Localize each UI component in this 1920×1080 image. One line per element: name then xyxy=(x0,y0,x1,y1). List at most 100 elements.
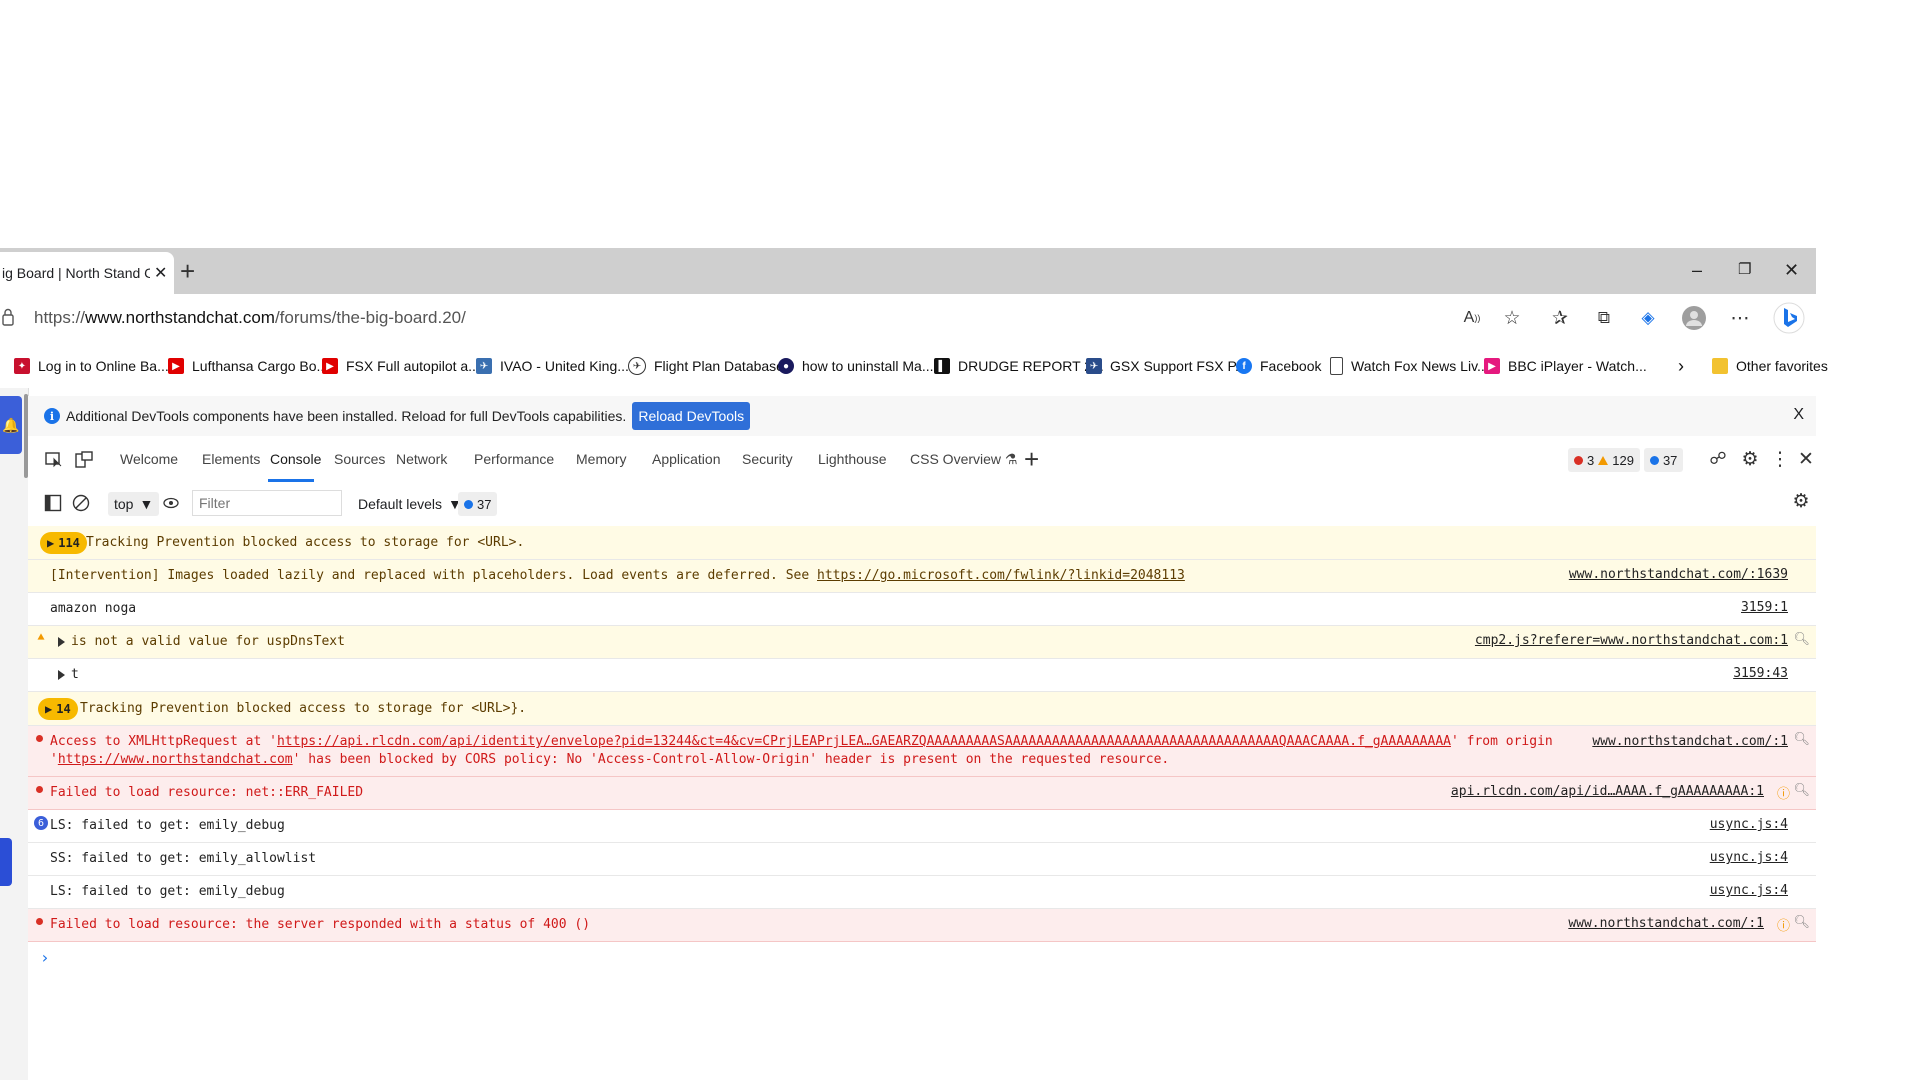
source-link[interactable]: api.rlcdn.com/api/id…AAAA.f_gAAAAAAAAA:1 xyxy=(1451,784,1764,799)
message-link[interactable]: https://go.microsoft.com/fwlink/?linkid=… xyxy=(817,568,1185,583)
maximize-icon[interactable]: ❐ xyxy=(1738,258,1751,282)
favorite-item[interactable]: ▶ FSX Full autopilot a... xyxy=(322,344,480,388)
search-icon[interactable]: 🔍︎ xyxy=(1793,915,1810,930)
message-text: is not a valid value for uspDnsText xyxy=(50,626,1618,658)
settings-gear-icon[interactable]: ⚙ xyxy=(1736,445,1764,473)
favorite-item[interactable]: ▶ Lufthansa Cargo Bo... xyxy=(168,344,328,388)
tab-performance[interactable]: Performance xyxy=(474,436,554,482)
info-counter-badge[interactable]: 37 xyxy=(1643,448,1684,472)
youtube-icon: ▶ xyxy=(322,358,338,374)
search-icon[interactable]: 🔍︎ xyxy=(1793,732,1810,747)
favorites-overflow-chevron-icon[interactable]: › xyxy=(1678,344,1684,388)
favorite-label: FSX Full autopilot a... xyxy=(346,358,480,374)
source-link[interactable]: usync.js:4 xyxy=(1710,850,1788,865)
console-message[interactable]: ▶ 14 Tracking Prevention blocked access t… xyxy=(28,692,1816,726)
url-scheme: https:// xyxy=(34,308,86,327)
group-count-badge[interactable]: ▶ 114 xyxy=(40,532,87,554)
issue-counters[interactable]: 3 129 37 xyxy=(1568,448,1684,472)
read-aloud-icon[interactable]: A)) xyxy=(1458,304,1486,332)
tab-sources[interactable]: Sources xyxy=(334,436,385,482)
tab-lighthouse[interactable]: Lighthouse xyxy=(818,436,887,482)
sidebar-toggle-icon[interactable] xyxy=(44,494,62,512)
favorite-label: Lufthansa Cargo Bo... xyxy=(192,358,329,374)
browser-essentials-icon[interactable]: ◈ xyxy=(1634,304,1662,332)
console-message: Failed to load resource: the server resp… xyxy=(28,909,1816,942)
message-link[interactable]: https://api.rlcdn.com/api/identity/envel… xyxy=(277,734,1451,749)
live-expression-eye-icon[interactable] xyxy=(162,494,180,512)
source-link[interactable]: 3159:43 xyxy=(1733,666,1788,681)
favorite-label: Facebook xyxy=(1260,358,1322,374)
favorites-icon[interactable]: ✰ xyxy=(1546,304,1574,332)
issue-warning-icon[interactable]: ⓘ xyxy=(1777,915,1790,934)
favorite-item[interactable]: f Facebook xyxy=(1236,344,1321,388)
favorite-item[interactable]: ● how to uninstall Ma... xyxy=(778,344,934,388)
inspect-element-icon[interactable] xyxy=(44,450,64,470)
log-levels-dropdown[interactable]: Default levels ▼ xyxy=(358,492,462,516)
add-favorite-icon[interactable]: ☆ xyxy=(1498,304,1526,332)
message-text: LS: failed to get: emily_debug xyxy=(50,818,285,833)
tab-console[interactable]: Console xyxy=(270,436,321,482)
device-emulation-icon[interactable] xyxy=(74,450,94,470)
source-link[interactable]: 3159:1 xyxy=(1741,600,1788,615)
profile-avatar[interactable] xyxy=(1680,304,1708,332)
source-link[interactable]: usync.js:4 xyxy=(1710,817,1788,832)
source-link[interactable]: www.northstandchat.com/:1 xyxy=(1592,734,1788,749)
source-link[interactable]: usync.js:4 xyxy=(1710,883,1788,898)
tab-close-icon[interactable]: ✕ xyxy=(154,263,167,283)
search-icon[interactable]: 🔍︎ xyxy=(1793,783,1810,798)
clear-console-icon[interactable] xyxy=(72,494,90,512)
group-count-badge[interactable]: ▶ 14 xyxy=(38,698,78,720)
page-side-button[interactable] xyxy=(0,838,12,886)
issue-warning-icon[interactable]: ⓘ xyxy=(1777,783,1790,802)
new-tab-button[interactable]: + xyxy=(180,256,195,286)
search-icon[interactable]: 🔍︎ xyxy=(1793,632,1810,647)
other-favorites[interactable]: Other favorites xyxy=(1712,344,1828,388)
console-message: LS: failed to get: emily_debug usync.js:… xyxy=(28,876,1816,909)
expand-caret-icon[interactable] xyxy=(58,636,65,647)
browser-tab[interactable]: ig Board | North Stand Chat ✕ xyxy=(0,252,174,294)
console-settings-gear-icon[interactable]: ⚙ xyxy=(1790,490,1812,512)
flight-plan-icon: ✈ xyxy=(628,357,646,375)
lock-icon[interactable] xyxy=(2,308,14,326)
issue-counter-badge[interactable]: 3 129 xyxy=(1568,448,1640,472)
console-message[interactable]: ▶ 114 Tracking Prevention blocked access … xyxy=(28,526,1816,560)
tab-application[interactable]: Application xyxy=(652,436,721,482)
reload-devtools-button[interactable]: Reload DevTools xyxy=(632,402,751,430)
favorite-item[interactable]: ✈ IVAO - United King... xyxy=(476,344,629,388)
tab-elements[interactable]: Elements xyxy=(202,436,260,482)
close-devtools-icon[interactable]: ✕ xyxy=(1792,445,1820,473)
favorite-item[interactable]: ▌ DRUDGE REPORT 2... xyxy=(934,344,1104,388)
tab-css-overview[interactable]: CSS Overview ⚗ xyxy=(910,436,1017,482)
more-options-icon[interactable]: ⋮ xyxy=(1766,445,1794,473)
favorite-item[interactable]: ✈ Flight Plan Database xyxy=(628,344,784,388)
message-link[interactable]: https://www.northstandchat.com xyxy=(58,752,293,767)
tab-security[interactable]: Security xyxy=(742,436,793,482)
source-link[interactable]: www.northstandchat.com/:1639 xyxy=(1569,567,1788,582)
tab-welcome[interactable]: Welcome xyxy=(120,436,178,482)
message-count-badge[interactable]: 37 xyxy=(458,492,498,516)
connection-icon[interactable]: ☍ xyxy=(1704,445,1732,473)
collections-icon[interactable]: ⧉ xyxy=(1590,304,1618,332)
message-text: t xyxy=(50,659,1618,691)
favorite-item[interactable]: ▶ BBC iPlayer - Watch... xyxy=(1484,344,1647,388)
bing-copilot-icon[interactable] xyxy=(1772,301,1806,335)
tab-memory[interactable]: Memory xyxy=(576,436,627,482)
add-panel-button[interactable]: + xyxy=(1024,444,1039,475)
error-icon xyxy=(36,735,43,742)
close-window-icon[interactable]: ✕ xyxy=(1784,258,1799,282)
favorite-item[interactable]: ✦ Log in to Online Ba... xyxy=(14,344,169,388)
expand-caret-icon[interactable] xyxy=(58,669,65,680)
source-link[interactable]: www.northstandchat.com/:1 xyxy=(1568,916,1764,931)
bell-icon[interactable]: 🔔 xyxy=(0,396,22,454)
minimize-icon[interactable]: – xyxy=(1692,258,1702,282)
infobar-close-icon[interactable]: X xyxy=(1793,406,1804,424)
more-menu-icon[interactable]: ⋯ xyxy=(1726,304,1754,332)
console-prompt-chevron-icon[interactable]: › xyxy=(40,948,50,967)
address-input[interactable]: https://www.northstandchat.com/forums/th… xyxy=(34,308,466,328)
source-link[interactable]: cmp2.js?referer=www.northstandchat.com:1 xyxy=(1475,633,1788,648)
favorite-item[interactable]: Watch Fox News Liv... xyxy=(1330,344,1489,388)
filter-input[interactable] xyxy=(192,490,342,516)
tab-network[interactable]: Network xyxy=(396,436,447,482)
favorite-item[interactable]: ✈ GSX Support FSX P... xyxy=(1086,344,1247,388)
context-select[interactable]: top ▼ xyxy=(108,492,160,516)
